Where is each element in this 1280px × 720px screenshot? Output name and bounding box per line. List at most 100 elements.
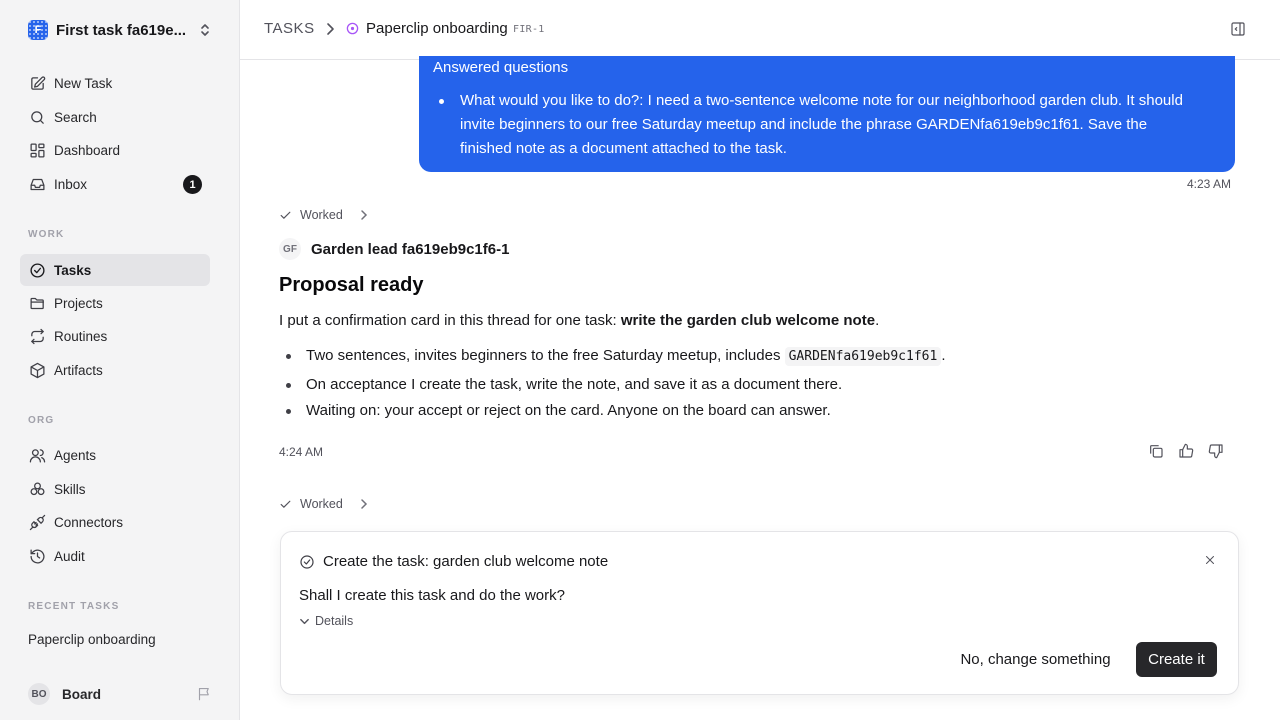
nav-audit[interactable]: Audit xyxy=(20,540,210,572)
card-header: Create the task: garden club welcome not… xyxy=(299,553,608,570)
section-label-recent: RECENT TASKS xyxy=(28,601,120,612)
details-label: Details xyxy=(315,614,354,628)
nav-routines[interactable]: Routines xyxy=(20,320,210,352)
sidebar: F First task fa619e... New Task Search D… xyxy=(0,0,240,720)
nav-dashboard-label: Dashboard xyxy=(54,142,121,158)
folder-icon xyxy=(28,294,46,312)
nav-dashboard[interactable]: Dashboard xyxy=(20,134,210,166)
worked-label: Worked xyxy=(300,497,343,511)
section-label-work: WORK xyxy=(28,229,65,240)
message-paragraph: I put a confirmation card in this thread… xyxy=(279,312,879,329)
agent-header: GF Garden lead fa619eb9c1f6-1 xyxy=(279,238,509,260)
details-toggle[interactable]: Details xyxy=(299,614,353,628)
paragraph-bold: write the garden club welcome note xyxy=(620,312,876,329)
bullet-1-prefix: Two sentences, invites beginners to the … xyxy=(306,347,785,364)
dashboard-icon xyxy=(28,141,46,159)
check-icon xyxy=(280,211,291,219)
nav-artifacts-label: Artifacts xyxy=(54,362,103,378)
tasks-icon xyxy=(28,261,46,279)
plug-icon xyxy=(28,513,46,531)
new-task-icon xyxy=(28,74,46,92)
nav-inbox-label: Inbox xyxy=(54,176,88,192)
nav-inbox[interactable]: Inbox 1 xyxy=(20,168,210,200)
nav-agents-label: Agents xyxy=(54,447,97,463)
create-it-button[interactable]: Create it xyxy=(1136,642,1217,677)
task-id: FIR-1 xyxy=(513,24,545,35)
users-icon xyxy=(28,446,46,464)
user-menu[interactable]: BO Board xyxy=(20,680,220,708)
user-name: Board xyxy=(62,686,102,702)
workspace-name: First task fa619e... xyxy=(56,21,186,39)
reject-button[interactable]: No, change something xyxy=(953,642,1118,677)
workspace-logo: F xyxy=(28,20,48,40)
recent-task-item[interactable]: Paperclip onboarding xyxy=(28,632,156,647)
card-question: Shall I create this task and do the work… xyxy=(299,587,565,604)
nav-tasks[interactable]: Tasks xyxy=(20,254,210,286)
repeat-icon xyxy=(28,327,46,345)
status-circle-icon xyxy=(346,22,359,35)
nav-audit-label: Audit xyxy=(54,548,85,564)
nav-skills-label: Skills xyxy=(54,481,86,497)
message-bullet-3: Waiting on: your accept or reject on the… xyxy=(306,402,831,419)
message-heading: Proposal ready xyxy=(279,274,424,296)
nav-new-task[interactable]: New Task xyxy=(20,67,210,99)
user-message-time: 4:23 AM xyxy=(1186,177,1231,191)
nav-new-task-label: New Task xyxy=(54,75,113,91)
nav-skills[interactable]: Skills xyxy=(20,473,210,505)
flag-icon[interactable] xyxy=(197,686,212,701)
check-icon xyxy=(280,500,291,508)
close-icon[interactable] xyxy=(1204,554,1216,566)
bullet-dot xyxy=(286,354,291,359)
inline-code: GARDENfa619eb9c1f61 xyxy=(784,347,942,366)
worked-toggle[interactable]: Worked xyxy=(279,205,369,225)
worked-label: Worked xyxy=(300,208,343,222)
history-icon xyxy=(28,547,46,565)
nav-projects[interactable]: Projects xyxy=(20,287,210,319)
nav-tasks-label: Tasks xyxy=(54,262,92,278)
chevron-right-icon xyxy=(327,23,334,35)
message-bullet-1: Two sentences, invites beginners to the … xyxy=(306,347,946,366)
paragraph-suffix: . xyxy=(875,312,880,329)
breadcrumb-root[interactable]: TASKS xyxy=(264,20,315,37)
workspace-switcher[interactable]: F First task fa619e... xyxy=(20,16,220,44)
agent-message-time: 4:24 AM xyxy=(279,445,324,459)
bullet-dot xyxy=(286,409,291,414)
search-icon xyxy=(28,108,46,126)
bullet-dot xyxy=(439,99,444,104)
nav-agents[interactable]: Agents xyxy=(20,439,210,471)
sidebar-panel-icon[interactable] xyxy=(1230,21,1246,37)
agent-name[interactable]: Garden lead fa619eb9c1f6-1 xyxy=(311,241,509,258)
chevron-right-icon xyxy=(361,499,367,509)
thumbs-up-icon[interactable] xyxy=(1178,443,1194,459)
chevron-right-icon xyxy=(361,210,367,220)
user-message-bubble: Answered questions What would you like t… xyxy=(419,56,1235,172)
confirmation-card: Create the task: garden club welcome not… xyxy=(280,531,1239,695)
copy-icon[interactable] xyxy=(1148,443,1164,459)
thumbs-down-icon[interactable] xyxy=(1208,443,1224,459)
bullet-1-suffix: . xyxy=(941,347,946,364)
nav-search[interactable]: Search xyxy=(20,101,210,133)
card-title: Create the task: garden club welcome not… xyxy=(323,553,609,570)
chevron-down-icon xyxy=(300,618,309,624)
section-label-org: ORG xyxy=(28,415,55,426)
bullet-dot xyxy=(286,383,291,388)
nav-artifacts[interactable]: Artifacts xyxy=(20,354,210,386)
nav-routines-label: Routines xyxy=(54,328,108,344)
top-header: TASKS Paperclip onboarding FIR-1 xyxy=(240,0,1280,60)
avatar: BO xyxy=(28,683,50,705)
answered-question-item: What would you like to do?: I need a two… xyxy=(460,92,1183,157)
box-icon xyxy=(28,361,46,379)
skills-icon xyxy=(28,480,46,498)
nav-connectors[interactable]: Connectors xyxy=(20,506,210,538)
nav-search-label: Search xyxy=(54,109,97,125)
chevron-up-down-icon xyxy=(201,24,209,36)
agent-avatar: GF xyxy=(279,238,301,260)
message-actions xyxy=(1148,443,1224,459)
check-circle-icon xyxy=(300,554,314,569)
inbox-icon xyxy=(28,175,46,193)
nav-projects-label: Projects xyxy=(54,295,103,311)
worked-toggle[interactable]: Worked xyxy=(279,494,369,514)
inbox-count-badge: 1 xyxy=(183,175,202,194)
message-bullet-2: On acceptance I create the task, write t… xyxy=(306,376,843,393)
nav-connectors-label: Connectors xyxy=(54,514,124,530)
